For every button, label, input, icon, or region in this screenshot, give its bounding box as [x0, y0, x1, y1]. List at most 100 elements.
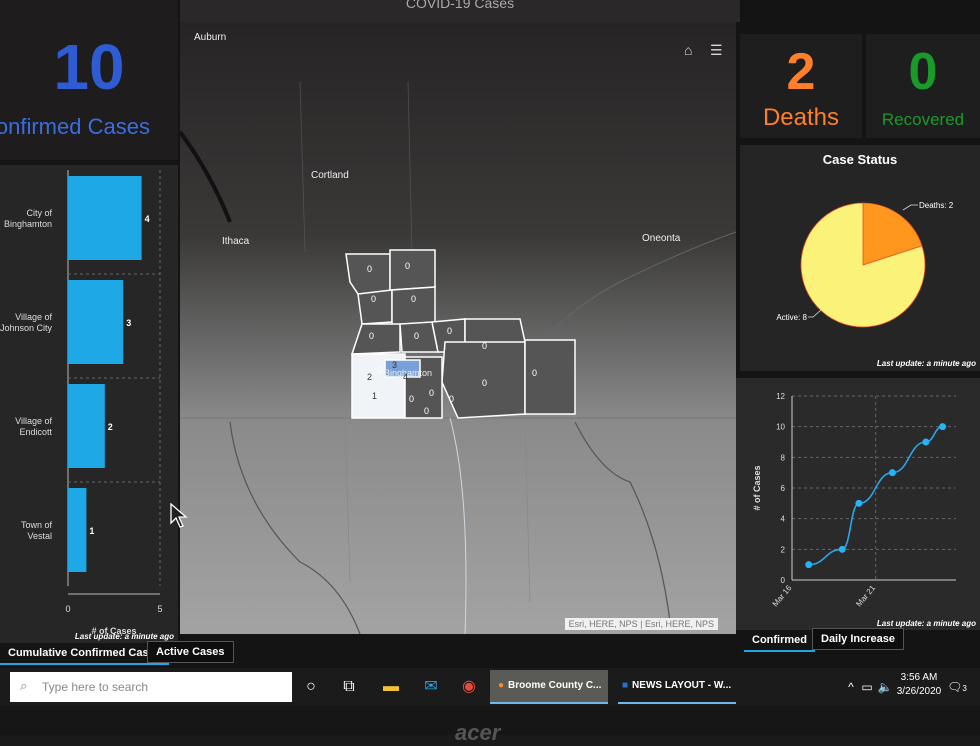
mouse-cursor-icon: [170, 503, 188, 528]
map-view[interactable]: Auburn Cortland Ithaca Oneonta Binghamto…: [180, 22, 736, 634]
confirmed-count: 10: [53, 31, 125, 103]
tab-active-cases[interactable]: Active Cases: [147, 641, 234, 663]
tab-cumulative-confirmed[interactable]: Cumulative Confirmed Cases: [0, 643, 169, 665]
cortana-icon[interactable]: ○: [300, 676, 322, 698]
municipality-bar-chart-panel: 4 City of Binghamton 3 Village of Johnson Cit…: [0, 165, 178, 643]
line-y-tick: 0: [781, 576, 786, 585]
line-point-1: [838, 545, 846, 553]
map-region-count[interactable]: 0: [367, 264, 372, 274]
line-y-tick: 8: [781, 453, 786, 462]
county-line: [344, 421, 351, 583]
taskbar-app-firefox[interactable]: ● Broome County C...: [490, 670, 608, 704]
line-point-4: [922, 438, 930, 446]
line-point-3: [888, 469, 896, 477]
line-y-tick: 10: [776, 423, 785, 432]
bar-value-label: 3: [126, 318, 131, 328]
taskbar: ⌕ Type here to search ○ ⧉ ▬ ✉ ◉ ● Broome …: [0, 668, 980, 705]
map-region-count[interactable]: 0: [424, 406, 429, 416]
home-icon[interactable]: ⌂: [684, 42, 692, 58]
line-point-0: [805, 561, 813, 569]
county-line: [407, 81, 413, 253]
municipality-bar-chart: 4City ofBinghamton3Village ofJohnson Cit…: [0, 170, 163, 636]
task-view-icon[interactable]: ⧉: [338, 676, 360, 698]
case-status-panel: Case Status Deaths: 2 Active: 8 Last upda…: [740, 145, 980, 371]
bar-category-label: Town of: [21, 520, 53, 530]
river: [574, 421, 671, 623]
line-x-tick: Mar 16: [771, 583, 794, 608]
search-icon: ⌕: [20, 678, 28, 693]
map-region-count[interactable]: 0: [405, 261, 410, 271]
word-app-label: NEWS LAYOUT - W...: [632, 680, 732, 691]
firefox-app-label: Broome County C...: [508, 680, 602, 691]
bar-category-label: Endicott: [19, 427, 52, 437]
bar-category-label: Village of: [15, 312, 52, 322]
confirmed-line-panel: 0 2 4 6 8 10 12 Mar 16 Mar 21 # of Cases Last upd…: [736, 378, 980, 630]
word-icon: ■: [622, 680, 629, 691]
town-region: [391, 286, 436, 326]
taskbar-app-word[interactable]: ■ NEWS LAYOUT - W...: [618, 670, 736, 704]
tab-confirmed[interactable]: Confirmed: [744, 630, 815, 652]
map-label-ithaca: Ithaca: [222, 236, 250, 247]
county-line: [299, 81, 306, 253]
deaths-indicator: 2 Deaths: [740, 34, 862, 138]
chrome-icon[interactable]: ◉: [458, 676, 480, 698]
recovered-indicator: 0 Recovered: [866, 34, 980, 138]
bar-category-label: Johnson City: [0, 323, 52, 333]
map-region-count[interactable]: 0: [482, 341, 487, 351]
map-region-count[interactable]: 0: [532, 368, 537, 378]
map-region-count[interactable]: 4: [403, 372, 408, 382]
pie-label-active: Active: 8: [776, 313, 807, 322]
map-region-count[interactable]: 0: [414, 331, 419, 341]
map-region-count[interactable]: 0: [377, 365, 382, 375]
map-region-count[interactable]: 1: [372, 391, 377, 401]
map-region-count[interactable]: 0: [482, 378, 487, 388]
map-region-count[interactable]: 0: [409, 394, 414, 404]
map-basemap: [180, 81, 736, 634]
list-icon[interactable]: ☰: [710, 42, 723, 59]
tab-daily-increase[interactable]: Daily Increase: [812, 628, 904, 650]
bar-1: [68, 280, 124, 364]
monitor-bezel: acer: [0, 706, 980, 745]
bar-value-label: 1: [89, 526, 94, 536]
lake-shoreline: [180, 130, 232, 223]
notification-icon[interactable]: 🗨3: [946, 676, 968, 698]
line-y-tick: 4: [781, 515, 786, 524]
mail-icon[interactable]: ✉: [420, 676, 442, 698]
confirmed-line-chart: 0 2 4 6 8 10 12 Mar 16 Mar 21 # of Cases: [752, 392, 956, 608]
line-series-confirmed: [808, 425, 943, 566]
clock-time: 3:56 AM: [900, 672, 938, 683]
pie-leader-line: [902, 204, 918, 211]
map-region-count[interactable]: 3: [392, 360, 397, 370]
map-region-count[interactable]: 0: [447, 326, 452, 336]
taskbar-search-input[interactable]: ⌕ Type here to search: [10, 672, 292, 702]
map-region-count[interactable]: 0: [371, 294, 376, 304]
bar-x-tick: 5: [157, 604, 162, 614]
bar-category-label: City of: [26, 208, 52, 218]
clock[interactable]: 3:56 AM 3/26/2020: [896, 672, 942, 697]
pie-label-deaths: Deaths: 2: [919, 201, 954, 210]
volume-muted-icon[interactable]: 🔈: [874, 676, 896, 698]
right-tabs: Confirmed Daily Increase: [744, 628, 980, 652]
notification-count: 3: [962, 684, 967, 693]
map-region-count[interactable]: 0: [449, 394, 454, 404]
line-y-tick: 12: [776, 392, 785, 401]
map-region-count[interactable]: 0: [429, 388, 434, 398]
bar-0: [68, 176, 142, 260]
bar-value-label: 2: [108, 422, 113, 432]
map-label-auburn: Auburn: [194, 32, 227, 43]
map-region-count[interactable]: 0: [369, 331, 374, 341]
bar-2: [68, 384, 105, 468]
line-y-axis-label: # of Cases: [752, 465, 762, 510]
file-explorer-icon[interactable]: ▬: [380, 676, 402, 698]
bar-x-tick: 0: [65, 604, 70, 614]
map-label-oneonta: Oneonta: [642, 233, 681, 244]
screen: COVID-19 Cases 10 Confirmed Cases 4City …: [0, 0, 980, 705]
map-region-count[interactable]: 2: [367, 372, 372, 382]
bar-3: [68, 488, 87, 572]
bar-value-label: 4: [145, 214, 150, 224]
clock-date: 3/26/2020: [896, 686, 942, 697]
line-y-tick: 6: [781, 484, 786, 493]
map-region-count[interactable]: 0: [411, 294, 416, 304]
firefox-icon: ●: [498, 680, 505, 691]
confirmed-cases-indicator: 10 Confirmed Cases: [0, 0, 178, 160]
